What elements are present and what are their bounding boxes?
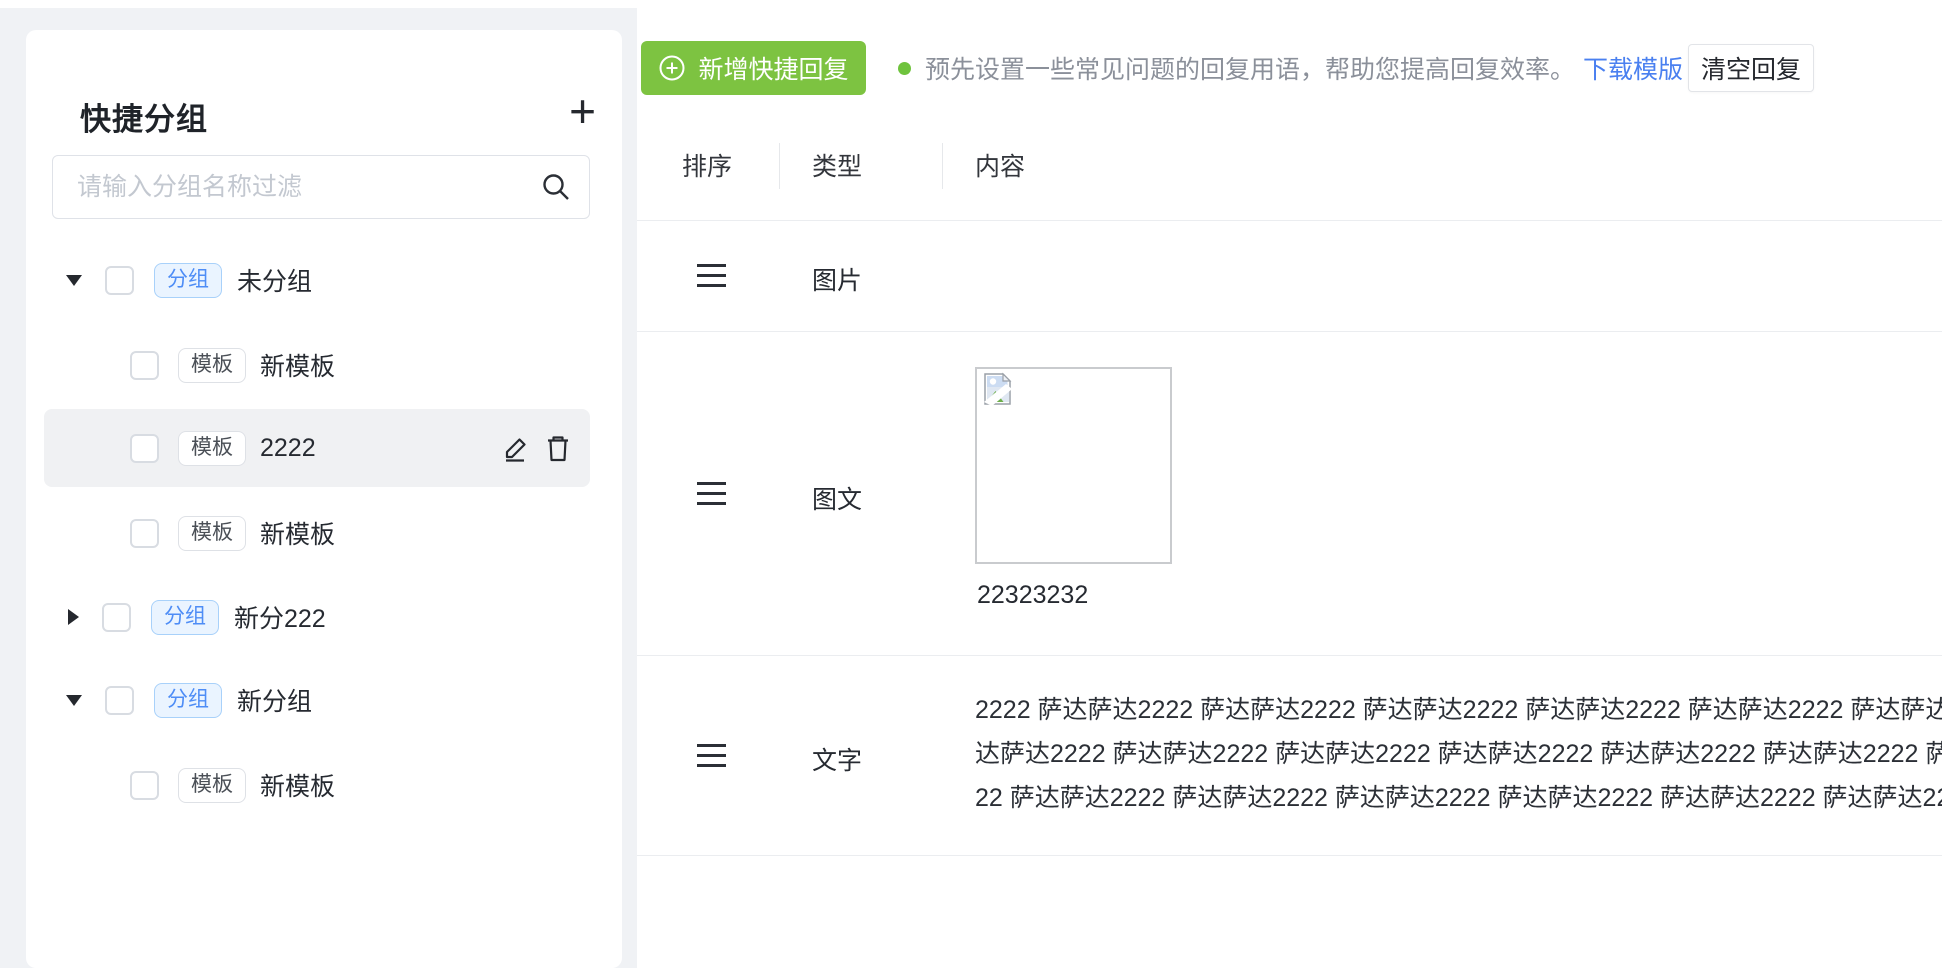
edit-icon[interactable] — [502, 434, 530, 462]
caret-right-icon[interactable] — [68, 609, 79, 625]
reply-caption: 22323232 — [977, 581, 1088, 610]
drag-handle-icon[interactable] — [697, 264, 726, 287]
reply-panel: 新增快捷回复 预先设置一些常见问题的回复用语，帮助您提高回复效率。 下载模版 清… — [637, 0, 1942, 968]
clear-replies-button[interactable]: 清空回复 — [1688, 44, 1814, 92]
checkbox[interactable] — [105, 686, 134, 715]
table-row: 文字 2222 萨达萨达2222 萨达萨达2222 萨达萨达2222 萨达萨达2… — [637, 655, 1942, 856]
reply-text: 2222 萨达萨达2222 萨达萨达2222 萨达萨达2222 萨达萨达2222… — [975, 688, 1942, 820]
tree-item-template[interactable]: 模板 新模板 — [44, 746, 590, 824]
column-divider — [942, 143, 943, 189]
delete-icon[interactable] — [544, 434, 572, 462]
checkbox[interactable] — [130, 771, 159, 800]
tree-item-template[interactable]: 模板 新模板 — [44, 494, 590, 572]
template-badge: 模板 — [178, 431, 246, 466]
bullet-icon — [898, 62, 911, 75]
checkbox[interactable] — [130, 519, 159, 548]
tree-item-group[interactable]: 分组 新分组 — [44, 661, 590, 739]
tree-item-label[interactable]: 2222 — [260, 434, 316, 463]
template-badge: 模板 — [178, 768, 246, 803]
column-header-sort: 排序 — [682, 147, 732, 183]
add-reply-label: 新增快捷回复 — [698, 50, 848, 86]
caret-down-icon[interactable] — [66, 275, 82, 286]
add-group-button[interactable]: + — [569, 88, 596, 134]
add-reply-button[interactable]: 新增快捷回复 — [641, 41, 866, 95]
plus-circle-icon — [658, 54, 686, 82]
drag-handle-icon[interactable] — [697, 482, 726, 505]
tree-item-label[interactable]: 新模板 — [260, 515, 335, 551]
tree-item-group[interactable]: 分组 新分222 — [44, 578, 590, 656]
broken-image-icon — [980, 372, 1014, 406]
tree-item-label[interactable]: 未分组 — [237, 262, 312, 298]
table-row: 图文 22323232 — [637, 331, 1942, 656]
search-input[interactable] — [52, 155, 590, 219]
group-panel: 快捷分组 + 分组 未分组 模板 新模板 模板 222 — [26, 30, 622, 968]
tree-item-label[interactable]: 新模板 — [260, 347, 335, 383]
checkbox[interactable] — [130, 434, 159, 463]
group-badge: 分组 — [151, 600, 219, 635]
checkbox[interactable] — [130, 351, 159, 380]
checkbox[interactable] — [105, 266, 134, 295]
table-header: 排序 类型 内容 — [637, 105, 1942, 221]
group-badge: 分组 — [154, 683, 222, 718]
column-header-type: 类型 — [812, 147, 862, 183]
template-badge: 模板 — [178, 516, 246, 551]
reply-thumbnail[interactable] — [975, 367, 1172, 564]
drag-handle-icon[interactable] — [697, 744, 726, 767]
reply-type: 图片 — [812, 261, 862, 297]
tip-text: 预先设置一些常见问题的回复用语，帮助您提高回复效率。 — [925, 50, 1575, 86]
tree-item-template[interactable]: 模板 新模板 — [44, 326, 590, 404]
column-divider — [779, 143, 780, 189]
tree-item-label[interactable]: 新分组 — [237, 682, 312, 718]
tree-item-label[interactable]: 新分222 — [234, 599, 326, 635]
group-badge: 分组 — [154, 263, 222, 298]
caret-down-icon[interactable] — [66, 695, 82, 706]
download-template-link[interactable]: 下载模版 — [1583, 50, 1683, 86]
column-header-content: 内容 — [975, 147, 1025, 183]
toolbar-tip: 预先设置一些常见问题的回复用语，帮助您提高回复效率。 下载模版 — [898, 41, 1683, 95]
group-search — [52, 155, 590, 219]
table-row: 图片 — [637, 220, 1942, 332]
tree-item-template-selected[interactable]: 模板 2222 — [44, 409, 590, 487]
tree-item-group[interactable]: 分组 未分组 — [44, 241, 590, 319]
search-icon[interactable] — [540, 171, 572, 203]
tree-item-label[interactable]: 新模板 — [260, 767, 335, 803]
template-badge: 模板 — [178, 348, 246, 383]
page-title: 快捷分组 — [80, 94, 208, 139]
reply-type: 文字 — [812, 741, 862, 777]
reply-type: 图文 — [812, 480, 862, 516]
checkbox[interactable] — [102, 603, 131, 632]
